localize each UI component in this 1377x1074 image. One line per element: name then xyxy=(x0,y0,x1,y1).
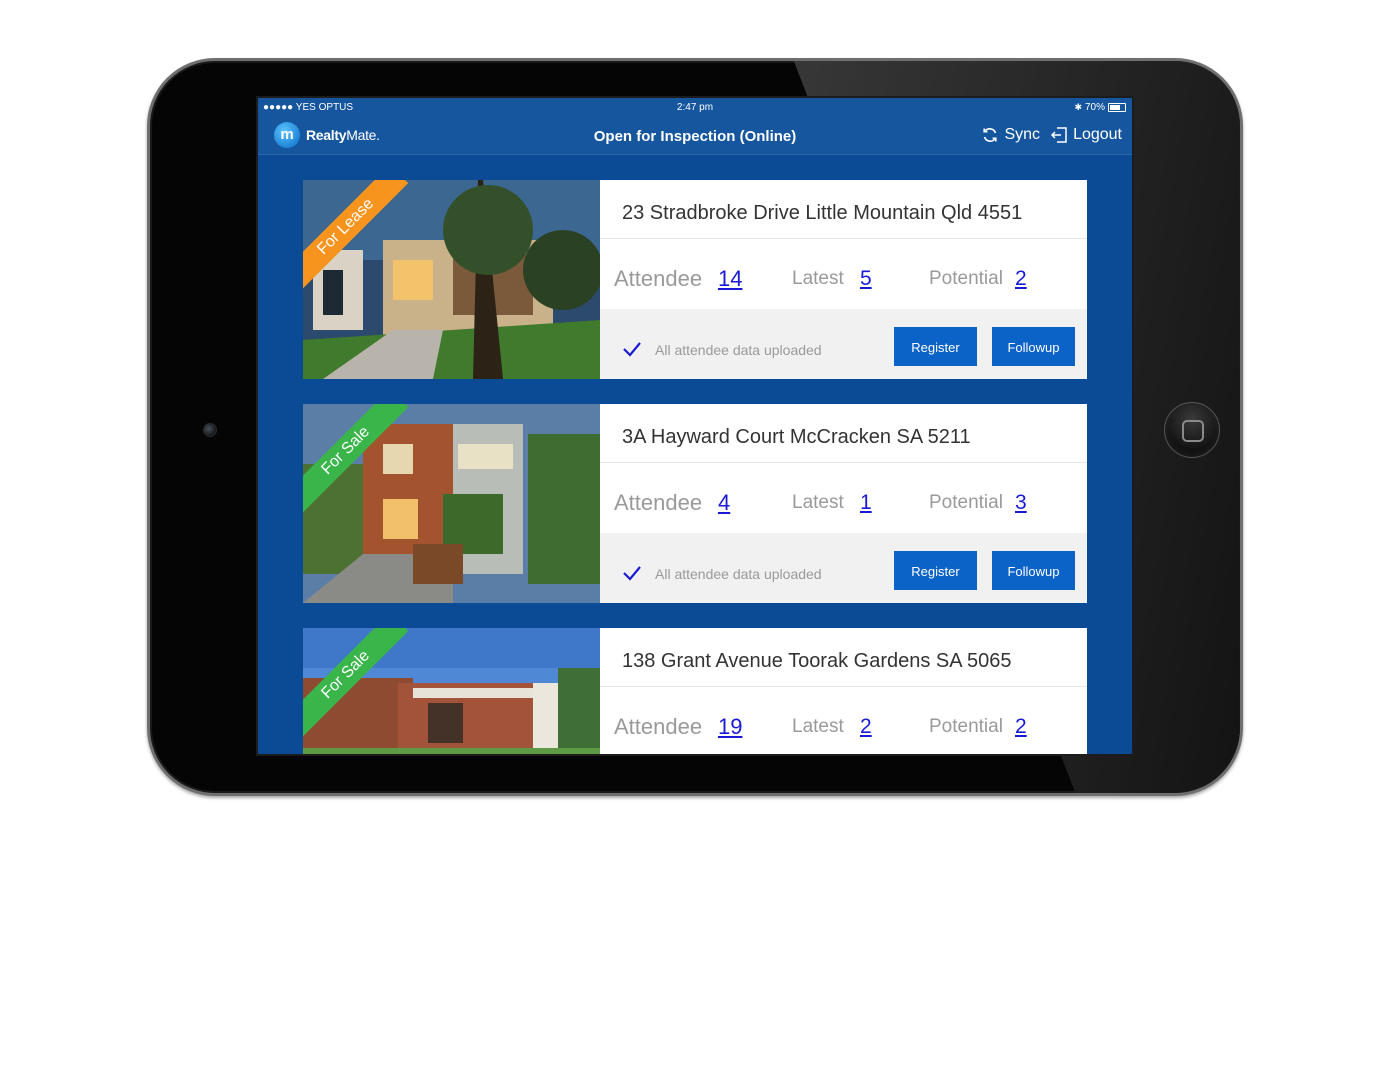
app-screen: ●●●●● YES OPTUS 2:47 pm ✱ 70% m RealtyMa… xyxy=(256,96,1134,756)
potential-count-link[interactable]: 2 xyxy=(1015,715,1027,739)
potential-label: Potential xyxy=(929,716,1003,737)
followup-button[interactable]: Followup xyxy=(992,551,1075,590)
battery-icon xyxy=(1108,103,1126,112)
sync-button[interactable]: Sync xyxy=(981,126,1040,144)
sync-label: Sync xyxy=(1004,126,1041,143)
front-camera xyxy=(203,423,217,437)
listing-stats: Attendee 14 Latest 5 Potential 2 xyxy=(614,266,1084,296)
check-icon xyxy=(623,342,641,357)
latest-label: Latest xyxy=(792,268,844,289)
header-actions: Sync Logout xyxy=(981,126,1122,144)
listing-address: 23 Stradbroke Drive Little Mountain Qld … xyxy=(622,202,1023,224)
register-button[interactable]: Register xyxy=(894,327,977,366)
listing-card[interactable]: For Sale 3A Hayward Court McCracken SA 5… xyxy=(303,404,1087,603)
latest-count-link[interactable]: 5 xyxy=(860,267,872,291)
potential-count-link[interactable]: 2 xyxy=(1015,267,1027,291)
potential-label: Potential xyxy=(929,268,1003,289)
attendee-count-link[interactable]: 4 xyxy=(718,490,730,516)
listing-stats: Attendee 19 Latest 2 Potential 2 xyxy=(614,714,1084,744)
latest-label: Latest xyxy=(792,716,844,737)
property-photo: For Sale xyxy=(303,628,600,754)
listing-info: 3A Hayward Court McCracken SA 5211 Atten… xyxy=(600,404,1087,603)
latest-count-link[interactable]: 2 xyxy=(860,715,872,739)
listing-stats: Attendee 4 Latest 1 Potential 3 xyxy=(614,490,1084,520)
listing-info: 23 Stradbroke Drive Little Mountain Qld … xyxy=(600,180,1087,379)
status-time: 2:47 pm xyxy=(676,102,714,113)
listing-footer: All attendee data uploaded Register Foll… xyxy=(600,533,1087,603)
home-button[interactable] xyxy=(1164,402,1220,458)
listing-card[interactable]: For Lease 23 Stradbroke Drive Little Mou… xyxy=(303,180,1087,379)
latest-label: Latest xyxy=(792,492,844,513)
attendee-label: Attendee xyxy=(614,714,703,739)
home-button-icon xyxy=(1182,420,1204,442)
logout-icon xyxy=(1051,127,1067,143)
potential-count-link[interactable]: 3 xyxy=(1015,491,1027,515)
check-icon xyxy=(623,566,641,581)
bluetooth-icon: ✱ xyxy=(1074,102,1082,112)
listing-address: 3A Hayward Court McCracken SA 5211 xyxy=(622,426,971,448)
top-bar: ●●●●● YES OPTUS 2:47 pm ✱ 70% m RealtyMa… xyxy=(258,98,1132,155)
attendee-label: Attendee xyxy=(614,490,703,515)
battery-indicator: ✱ 70% xyxy=(1074,102,1126,113)
status-bar: ●●●●● YES OPTUS 2:47 pm ✱ 70% xyxy=(258,100,1132,116)
upload-status-text: All attendee data uploaded xyxy=(655,342,822,358)
potential-label: Potential xyxy=(929,492,1003,513)
divider xyxy=(600,686,1087,687)
property-photo: For Sale xyxy=(303,404,600,603)
sync-icon xyxy=(983,128,998,142)
logout-button[interactable]: Logout xyxy=(1050,126,1122,144)
listing-info: 138 Grant Avenue Toorak Gardens SA 5065 … xyxy=(600,628,1087,754)
attendee-count-link[interactable]: 14 xyxy=(718,266,742,292)
divider xyxy=(600,238,1087,239)
logout-label: Logout xyxy=(1073,126,1122,143)
followup-button[interactable]: Followup xyxy=(992,327,1075,366)
property-photo: For Lease xyxy=(303,180,600,379)
listing-footer: All attendee data uploaded Register Foll… xyxy=(600,309,1087,379)
attendee-count-link[interactable]: 19 xyxy=(718,714,742,740)
listing-address: 138 Grant Avenue Toorak Gardens SA 5065 xyxy=(622,650,1012,672)
latest-count-link[interactable]: 1 xyxy=(860,491,872,515)
battery-percent: 70% xyxy=(1084,102,1105,113)
upload-status-text: All attendee data uploaded xyxy=(655,566,822,582)
listing-card[interactable]: For Sale 138 Grant Avenue Toorak Gardens… xyxy=(303,628,1087,754)
attendee-label: Attendee xyxy=(614,266,703,291)
divider xyxy=(600,462,1087,463)
battery-fill xyxy=(1110,105,1120,110)
register-button[interactable]: Register xyxy=(894,551,977,590)
